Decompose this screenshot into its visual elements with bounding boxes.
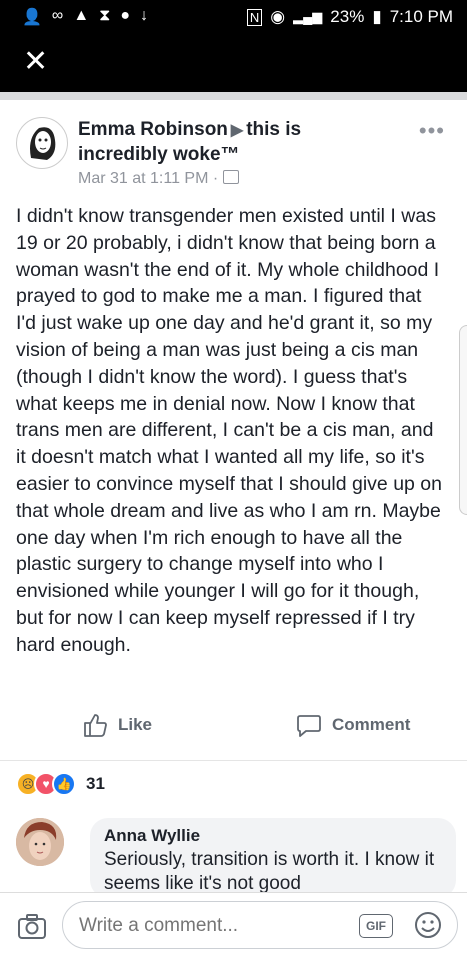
messenger-icon: ● bbox=[120, 7, 131, 24]
author-name[interactable]: Emma Robinson bbox=[78, 119, 228, 140]
side-handle[interactable] bbox=[459, 325, 467, 515]
emoji-icon[interactable] bbox=[413, 910, 443, 940]
gif-button[interactable]: GIF bbox=[359, 914, 393, 938]
avatar[interactable] bbox=[16, 117, 68, 169]
divider bbox=[0, 92, 467, 100]
post-header: Emma Robinson ▶ this is incredibly woke™ bbox=[78, 118, 388, 167]
dnd-icon: N bbox=[246, 8, 263, 26]
commenter-avatar[interactable] bbox=[16, 818, 64, 866]
thumbs-up-icon bbox=[84, 714, 107, 737]
privacy-icon bbox=[222, 170, 239, 184]
post-body: I didn't know transgender men existed un… bbox=[16, 205, 442, 656]
notification-icon: 👤 bbox=[22, 9, 42, 26]
reaction-count: 31 bbox=[86, 774, 105, 793]
hourglass-icon: ⧗ bbox=[99, 7, 111, 24]
voicemail-icon: ∞ bbox=[51, 7, 64, 24]
post-meta: Mar 31 at 1:11 PM · bbox=[78, 170, 239, 188]
meta-separator: · bbox=[212, 170, 219, 187]
comment-button[interactable]: Comment bbox=[296, 712, 410, 738]
close-icon[interactable]: ✕ bbox=[23, 47, 51, 77]
comment-input-box[interactable]: GIF bbox=[62, 901, 458, 949]
comment-bubble[interactable]: Anna Wyllie Seriously, transition is wor… bbox=[90, 818, 456, 898]
battery-icon: ▮ bbox=[372, 7, 382, 26]
signal-icon: ▂▄▆ bbox=[293, 9, 323, 24]
camera-icon[interactable] bbox=[16, 911, 48, 943]
more-options-icon[interactable]: ••• bbox=[419, 118, 445, 144]
comment-input[interactable] bbox=[77, 911, 351, 941]
post-card: Emma Robinson ▶ this is incredibly woke™ M… bbox=[0, 100, 467, 764]
status-right: N ◉ ▂▄▆ 23% ▮ 7:10 PM bbox=[246, 7, 453, 27]
comment-text: Seriously, transition is worth it. I kno… bbox=[104, 849, 435, 894]
commenter-name[interactable]: Anna Wyllie bbox=[104, 826, 442, 846]
alert-icon: ▲ bbox=[73, 7, 90, 24]
post-date[interactable]: Mar 31 at 1:11 PM bbox=[78, 170, 208, 187]
download-icon: ↓ bbox=[140, 7, 149, 24]
location-icon: ◉ bbox=[270, 7, 286, 26]
like-button[interactable]: Like bbox=[82, 712, 152, 738]
like-reaction-icon: 👍 bbox=[52, 772, 76, 796]
status-left-icons: 👤 ∞ ▲ ⧗ ● ↓ bbox=[22, 7, 148, 27]
battery-text: 23% bbox=[330, 7, 365, 26]
comment-bubble-icon bbox=[297, 715, 321, 737]
divider bbox=[0, 760, 467, 761]
status-bar: 👤 ∞ ▲ ⧗ ● ↓ N ◉ ▂▄▆ 23% ▮ 7:10 PM bbox=[0, 0, 467, 36]
like-label: Like bbox=[118, 715, 153, 734]
comment-label: Comment bbox=[332, 715, 411, 734]
comment-composer: GIF bbox=[0, 892, 467, 961]
post-actions: Like Comment bbox=[0, 700, 467, 756]
reaction-summary[interactable]: ☹ ♥ 👍 31 bbox=[16, 772, 105, 796]
arrow-right-icon: ▶ bbox=[230, 122, 244, 139]
status-time: 7:10 PM bbox=[389, 7, 453, 26]
top-bar: ✕ bbox=[0, 36, 467, 92]
